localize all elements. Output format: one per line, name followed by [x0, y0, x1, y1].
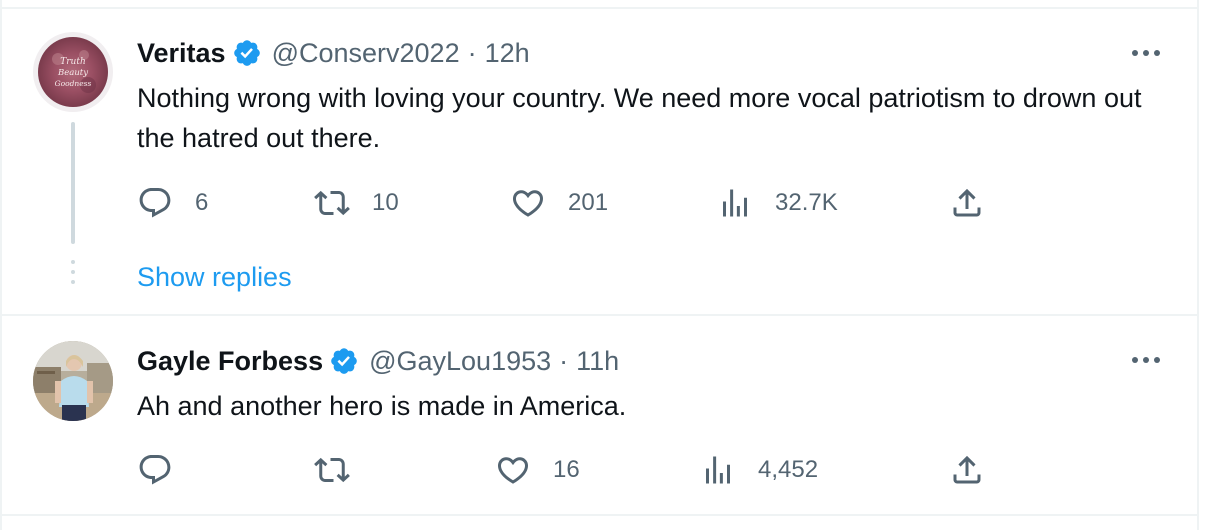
- avatar-gayle-forbess-image: [33, 341, 113, 421]
- views-count: 4,452: [758, 456, 819, 483]
- tweet-timestamp[interactable]: 12h: [485, 38, 530, 69]
- thread-dots: [71, 260, 75, 290]
- retweet-count: 10: [372, 189, 399, 216]
- verified-badge-icon: [329, 346, 359, 376]
- like-button[interactable]: 16: [495, 452, 580, 488]
- reply-button[interactable]: 6: [137, 185, 208, 221]
- thread-line: [71, 122, 75, 244]
- like-count: 16: [553, 456, 580, 483]
- avatar-gayle-forbess[interactable]: [33, 341, 113, 421]
- like-icon: [495, 452, 531, 488]
- more-icon[interactable]: [1128, 46, 1164, 60]
- share-icon: [949, 452, 985, 488]
- share-button[interactable]: [949, 452, 985, 488]
- views-icon: [717, 185, 753, 221]
- avatar-veritas[interactable]: Truth Beauty Goodness: [33, 32, 113, 112]
- tweet-actions: 16 4,452: [137, 452, 997, 488]
- author-handle[interactable]: @Conserv2022: [272, 38, 460, 69]
- tweet-actions: 6 10 201 32.7K: [137, 185, 997, 221]
- views-button[interactable]: 32.7K: [717, 185, 838, 221]
- like-icon: [510, 185, 546, 221]
- tweet-text: Nothing wrong with loving your country. …: [137, 83, 1142, 153]
- like-count: 201: [568, 189, 609, 216]
- author-name[interactable]: Gayle Forbess: [137, 346, 323, 377]
- tweet-text: Ah and another hero is made in America.: [137, 391, 627, 421]
- divider-bottom: [0, 514, 1199, 516]
- separator-dot: ·: [559, 345, 569, 376]
- tweet-header: Gayle Forbess @GayLou1953 · 11h: [137, 344, 619, 378]
- separator-dot: ·: [467, 37, 477, 68]
- avatar-veritas-image: Truth Beauty Goodness: [38, 37, 108, 107]
- tweet-timestamp[interactable]: 11h: [576, 346, 619, 377]
- avatar-veritas-text-3: Goodness: [55, 79, 92, 88]
- retweet-button[interactable]: [314, 452, 372, 488]
- tweet-header: Veritas @Conserv2022 · 12h: [137, 36, 530, 70]
- avatar-veritas-text-2: Beauty: [57, 68, 88, 78]
- share-button[interactable]: [949, 185, 985, 221]
- reply-icon: [137, 452, 173, 488]
- reply-button[interactable]: [137, 452, 195, 488]
- views-count: 32.7K: [775, 189, 838, 216]
- verified-badge-icon: [232, 38, 262, 68]
- tweet-gayle-forbess[interactable]: Gayle Forbess @GayLou1953 · 11h Ah and a…: [0, 316, 1199, 514]
- reply-icon: [137, 185, 173, 221]
- reply-count: 6: [195, 189, 209, 216]
- retweet-icon: [314, 452, 350, 488]
- views-button[interactable]: 4,452: [700, 452, 818, 488]
- like-button[interactable]: 201: [510, 185, 608, 221]
- views-icon: [700, 452, 736, 488]
- retweet-button[interactable]: 10: [314, 185, 399, 221]
- share-icon: [949, 185, 985, 221]
- more-icon[interactable]: [1128, 353, 1164, 367]
- show-replies-link[interactable]: Show replies: [137, 262, 292, 293]
- tweet-veritas[interactable]: Truth Beauty Goodness Veritas @Conserv20…: [0, 0, 1199, 316]
- author-name[interactable]: Veritas: [137, 38, 226, 69]
- retweet-icon: [314, 185, 350, 221]
- avatar-veritas-text-1: Truth: [60, 57, 86, 67]
- author-handle[interactable]: @GayLou1953: [369, 346, 551, 377]
